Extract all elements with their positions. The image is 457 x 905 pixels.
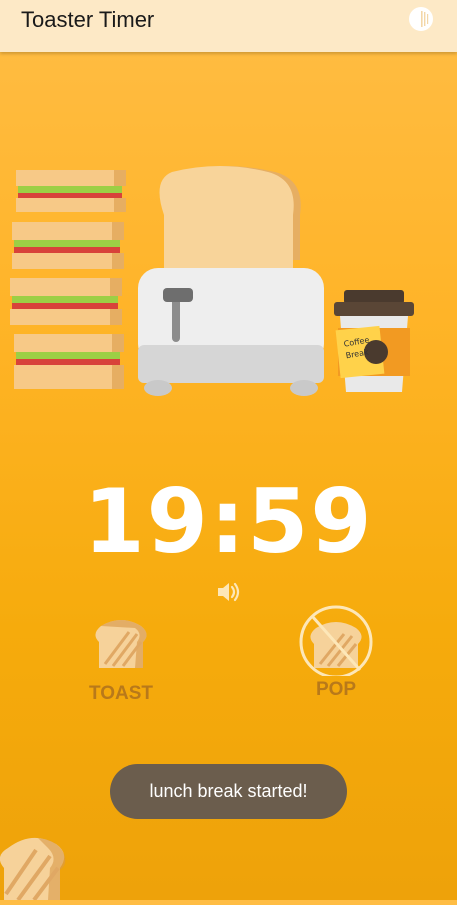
snackbar-message: lunch break started!: [110, 764, 347, 819]
pop-button-label: POP: [315, 679, 357, 700]
timer-display: 19:59: [83, 470, 374, 573]
toaster-illustration: [138, 166, 324, 396]
toast-button[interactable]: TOAST: [66, 612, 176, 705]
app-bar: Toaster Timer: [0, 0, 457, 52]
pop-button[interactable]: POP: [281, 605, 391, 701]
theme-toggle-icon[interactable]: [408, 6, 434, 32]
coffee-cup-illustration: Coffee Break: [334, 290, 414, 392]
app-title: Toaster Timer: [21, 7, 155, 32]
toast-button-label: TOAST: [88, 683, 154, 704]
sandwich-stack-illustration: [10, 170, 126, 389]
pop-disabled-bread-icon: [296, 605, 376, 680]
corner-toast-icon: [0, 828, 70, 902]
toast-bread-icon: [89, 620, 153, 676]
illustration-scene: Coffee Break: [0, 160, 457, 400]
speaker-icon[interactable]: [214, 578, 242, 606]
